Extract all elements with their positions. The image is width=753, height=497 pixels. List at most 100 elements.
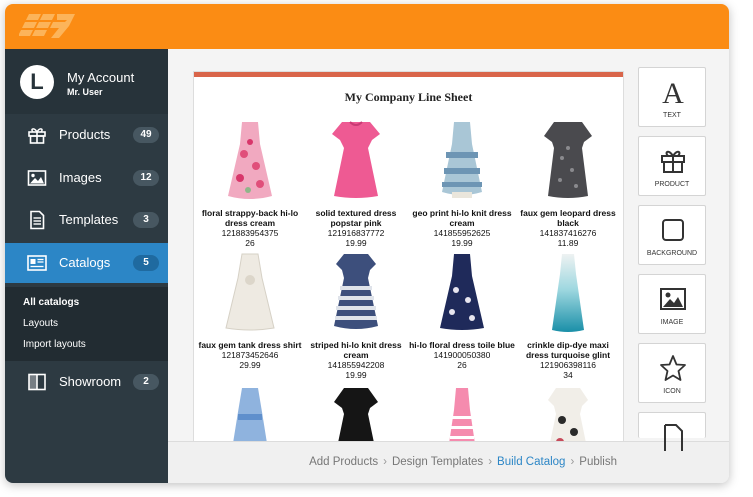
product-price: 19.99 <box>451 238 473 248</box>
dress-image <box>334 254 378 329</box>
product-card[interactable]: crinkle dip-dye maxi dress turquoise gli… <box>515 250 621 380</box>
tool-label: TEXT <box>663 112 681 119</box>
sidebar-item-products[interactable]: Products 49 <box>5 115 168 155</box>
product-sku: 141837416276 <box>539 228 597 238</box>
document-icon <box>30 210 45 230</box>
tool-label: IMAGE <box>660 319 684 326</box>
dress-image <box>440 254 484 330</box>
dress-image <box>233 388 267 441</box>
count-badge: 3 <box>133 212 159 228</box>
product-card[interactable]: faux gem tank dress shirt 121873452646 2… <box>197 250 303 370</box>
product-card[interactable]: floral strappy-back hi-lo dress cream 12… <box>197 118 303 248</box>
catalogs-subnav: All catalogs Layouts Import layouts <box>5 287 168 361</box>
product-name: crinkle dip-dye maxi dress turquoise gli… <box>525 340 611 360</box>
product-price: 26 <box>457 360 467 370</box>
tool-file[interactable] <box>638 412 706 451</box>
product-card[interactable]: striped hi-lo knit dress cream 141855942… <box>303 250 409 380</box>
step-add-products[interactable]: Add Products <box>309 456 378 468</box>
app-window: L My Account Mr. User Products 49 Images… <box>5 4 729 483</box>
product-name: faux gem tank dress shirt <box>198 340 302 350</box>
tool-text[interactable]: A TEXT <box>638 67 706 127</box>
step-publish[interactable]: Publish <box>579 456 617 468</box>
dress-image <box>442 122 482 198</box>
count-badge: 5 <box>133 255 159 271</box>
product-price: 11.89 <box>557 238 579 248</box>
product-name: hi-lo floral dress toile blue <box>409 340 515 350</box>
tool-label: ICON <box>663 388 681 395</box>
dress-image <box>552 254 584 332</box>
product-sku: 121916837772 <box>327 228 385 238</box>
account-user: Mr. User <box>67 87 103 97</box>
count-badge: 12 <box>133 170 159 186</box>
chevron-right-icon: › <box>570 456 575 468</box>
chevron-right-icon: › <box>383 456 387 468</box>
dress-image <box>228 122 272 199</box>
workflow-footer: Add Products › Design Templates › Build Cata… <box>168 441 729 483</box>
sheet-accent-bar <box>194 72 623 77</box>
sidebar: L My Account Mr. User Products 49 Images… <box>5 49 168 483</box>
product-card[interactable] <box>303 384 409 441</box>
tool-label: PRODUCT <box>654 181 690 188</box>
sidebar-item-templates[interactable]: Templates 3 <box>5 200 168 240</box>
product-card[interactable] <box>515 384 621 441</box>
showroom-icon <box>28 373 46 391</box>
image-icon <box>660 288 686 310</box>
dress-image <box>334 388 378 441</box>
product-card[interactable]: geo print hi-lo knit dress cream 1418559… <box>409 118 515 248</box>
tool-product[interactable]: PRODUCT <box>638 136 706 196</box>
subnav-layouts[interactable]: Layouts <box>23 318 58 329</box>
tool-image[interactable]: IMAGE <box>638 274 706 334</box>
product-card[interactable] <box>409 384 515 441</box>
text-icon: A <box>662 78 684 106</box>
product-name: striped hi-lo knit dress cream <box>310 340 402 360</box>
gift-icon <box>28 128 46 144</box>
workflow-breadcrumb: Add Products › Design Templates › Build Cata… <box>309 456 617 468</box>
product-price: 26 <box>245 238 255 248</box>
subnav-import-layouts[interactable]: Import layouts <box>23 339 86 350</box>
product-sku: 121906398116 <box>539 360 597 370</box>
catalog-icon <box>27 255 47 271</box>
sidebar-item-label: Showroom <box>59 374 122 389</box>
count-badge: 49 <box>133 127 159 143</box>
product-sku: 121883954375 <box>221 228 279 238</box>
dress-image <box>548 388 588 441</box>
step-build-catalog[interactable]: Build Catalog <box>497 456 565 468</box>
chevron-right-icon: › <box>488 456 493 468</box>
square-icon <box>662 219 684 241</box>
product-card[interactable]: faux gem leopard dress black 14183741627… <box>515 118 621 248</box>
sidebar-item-label: Catalogs <box>59 255 111 270</box>
product-name: solid textured dress popstar pink <box>315 208 397 228</box>
product-name: geo print hi-lo knit dress cream <box>412 208 512 228</box>
product-sku: 141855952625 <box>433 228 491 238</box>
brand-logo[interactable] <box>19 12 79 40</box>
tool-icon[interactable]: ICON <box>638 343 706 403</box>
tool-background[interactable]: BACKGROUND <box>638 205 706 265</box>
step-design-templates[interactable]: Design Templates <box>392 456 483 468</box>
subnav-all-catalogs[interactable]: All catalogs <box>23 297 79 308</box>
dress-image <box>225 253 275 331</box>
top-bar <box>5 4 729 49</box>
dress-image <box>544 122 592 198</box>
sheet-title[interactable]: My Company Line Sheet <box>194 90 623 105</box>
sidebar-item-showroom[interactable]: Showroom 2 <box>5 362 168 402</box>
product-card[interactable] <box>197 384 303 441</box>
account-panel[interactable]: L My Account Mr. User <box>5 49 168 114</box>
product-sku: 141855942208 <box>327 360 385 370</box>
tool-label: BACKGROUND <box>646 250 698 257</box>
image-icon <box>27 170 47 186</box>
sidebar-item-label: Templates <box>59 212 119 227</box>
product-price: 34 <box>563 370 573 380</box>
account-title: My Account <box>67 70 135 85</box>
dress-image <box>332 121 380 198</box>
sidebar-item-images[interactable]: Images 12 <box>5 158 168 198</box>
line-sheet-page[interactable]: My Company Line Sheet floral strappy-bac… <box>193 71 624 441</box>
svg-text:A: A <box>662 78 684 106</box>
product-price: 19.99 <box>345 370 367 380</box>
product-name: floral strappy-back hi-lo dress cream <box>201 208 299 228</box>
sidebar-item-catalogs[interactable]: Catalogs 5 <box>5 243 168 283</box>
product-card[interactable]: solid textured dress popstar pink 121916… <box>303 118 409 248</box>
sidebar-item-label: Products <box>59 127 111 142</box>
avatar[interactable]: L <box>20 65 54 99</box>
count-badge: 2 <box>133 374 159 390</box>
product-card[interactable]: hi-lo floral dress toile blue 1419000503… <box>409 250 515 370</box>
